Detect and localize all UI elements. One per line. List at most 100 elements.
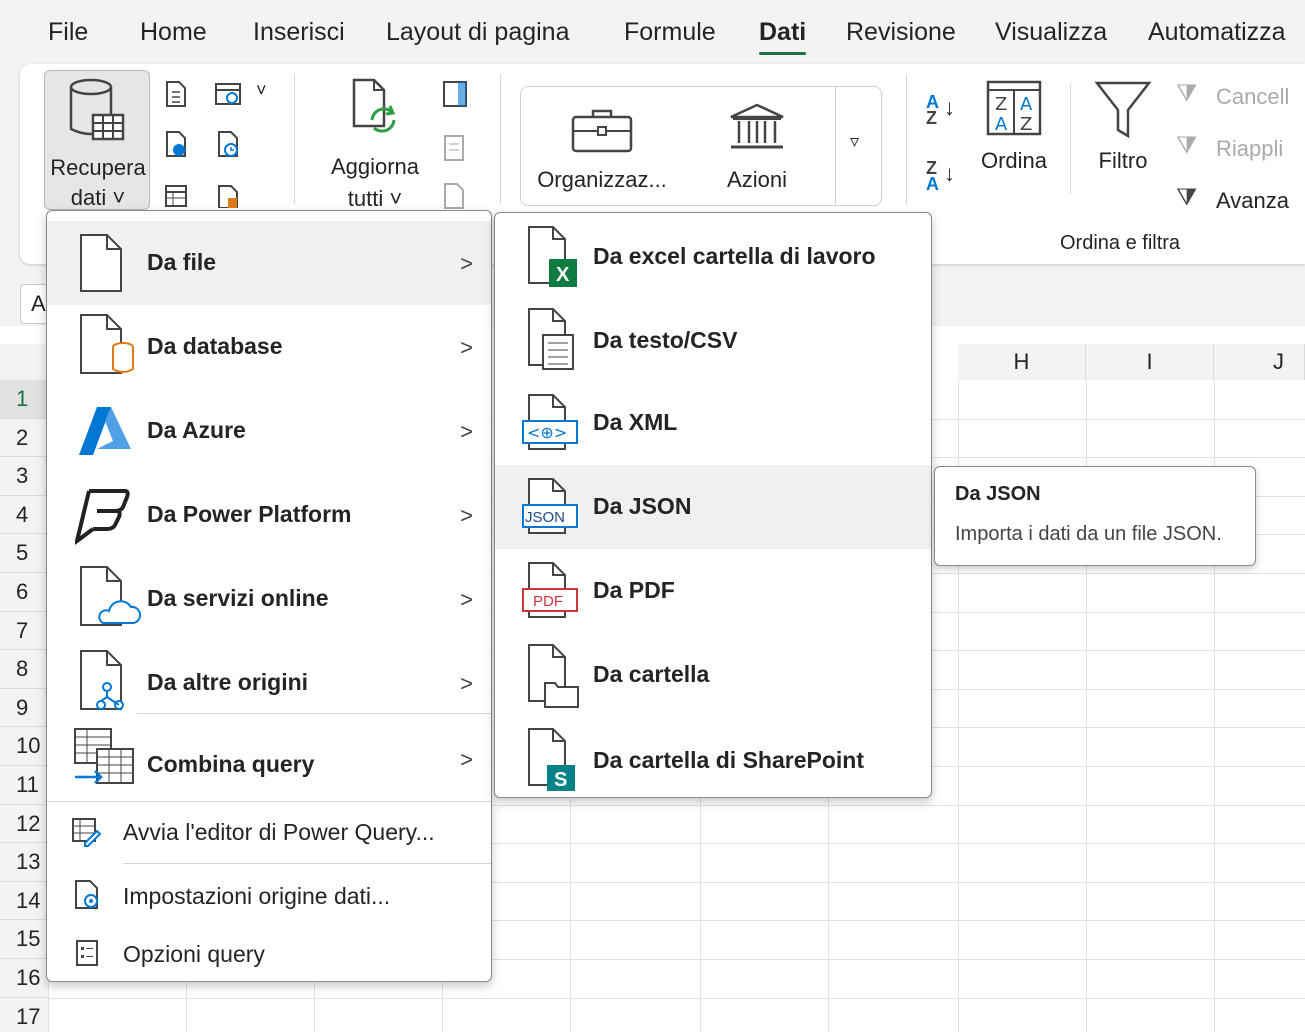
submenu-item-label: Da JSON <box>593 493 692 519</box>
filter-button[interactable]: Filtro <box>1086 80 1160 190</box>
existing-connections-icon[interactable] <box>216 184 240 208</box>
from-web-icon[interactable] <box>214 80 242 108</box>
chevron-right-icon: > <box>460 671 473 696</box>
properties-icon <box>444 135 464 161</box>
chevron-down-icon[interactable]: ˅ <box>256 80 267 101</box>
tab-formulas[interactable]: Formule <box>624 18 716 47</box>
tab-page-layout[interactable]: Layout di pagina <box>386 18 569 47</box>
menu-item-label: Da altre origini <box>147 669 309 695</box>
chevron-right-icon: > <box>460 747 473 772</box>
row-header[interactable]: 6 <box>0 573 48 612</box>
chevron-right-icon: > <box>460 335 473 360</box>
submenu-item-label: Da PDF <box>593 577 675 603</box>
menu-item-combine-queries[interactable]: Combina query > <box>47 717 491 801</box>
query-options-icon <box>76 940 98 966</box>
tab-home[interactable]: Home <box>140 18 207 47</box>
submenu-item-xml[interactable]: <⊕> Da XML <box>495 381 931 465</box>
menu-item-label: Da Azure <box>147 417 246 443</box>
column-header[interactable]: H <box>958 344 1086 380</box>
submenu-item-excel-workbook[interactable]: X Da excel cartella di lavoro <box>495 213 931 297</box>
tab-view[interactable]: Visualizza <box>995 18 1107 47</box>
menu-item-from-power-platform[interactable]: Da Power Platform > <box>47 473 491 557</box>
refresh-icon <box>352 78 396 133</box>
column-header[interactable]: J <box>1214 344 1305 380</box>
json-badge: JSON <box>525 509 565 526</box>
select-all-corner[interactable] <box>0 344 48 380</box>
chevron-right-icon: > <box>460 251 473 276</box>
from-text-icon[interactable] <box>164 80 188 108</box>
row-header[interactable]: 12 <box>0 804 48 844</box>
azure-icon <box>79 407 131 455</box>
clear-filter-label: Cancell <box>1216 84 1290 109</box>
row-header[interactable]: 9 <box>0 688 48 728</box>
from-table-icon[interactable] <box>164 184 188 208</box>
tab-review[interactable]: Revisione <box>846 18 956 47</box>
menu-separator <box>123 863 491 864</box>
tab-file[interactable]: File <box>48 18 88 47</box>
sort-az-button[interactable]: A Z ↓ <box>926 93 955 127</box>
row-header[interactable]: 5 <box>0 534 48 573</box>
gallery-more-button[interactable]: ▿ <box>835 87 881 205</box>
menu-item-query-options[interactable]: Opzioni query <box>47 927 491 979</box>
row-header[interactable]: 10 <box>0 727 48 766</box>
advanced-filter-button[interactable]: ⧩ Avanza <box>1176 184 1305 218</box>
recent-sources-icon[interactable] <box>216 130 240 158</box>
row-header[interactable]: 8 <box>0 650 48 689</box>
submenu-item-sharepoint-folder[interactable]: S Da cartella di SharePoint <box>495 717 931 799</box>
row-header[interactable]: 11 <box>0 766 48 805</box>
submenu-item-json[interactable]: JSON Da JSON <box>495 465 931 549</box>
menu-item-label: Da Power Platform <box>147 501 352 527</box>
combine-query-icon <box>74 728 134 784</box>
submenu-item-pdf[interactable]: PDF Da PDF <box>495 549 931 633</box>
refresh-all-button[interactable]: Aggiorna tutti ˅ <box>320 70 430 211</box>
row-header[interactable]: 2 <box>0 418 48 458</box>
get-data-button[interactable]: Recupera dati ˅ <box>44 70 150 210</box>
data-type-stocks[interactable]: Azioni <box>697 87 817 205</box>
sort-za-button[interactable]: Z A ↓ <box>926 159 955 193</box>
from-web-file-icon[interactable] <box>164 130 188 158</box>
pdf-badge: PDF <box>533 593 563 610</box>
submenu-item-label: Da testo/CSV <box>593 327 738 353</box>
sharepoint-folder-icon: S <box>528 728 575 791</box>
tab-insert[interactable]: Inserisci <box>253 18 345 47</box>
row-header[interactable]: 7 <box>0 611 48 651</box>
row-header[interactable]: 17 <box>0 997 48 1032</box>
row-header[interactable]: 1 <box>0 380 48 419</box>
advanced-filter-icon: ⧩ <box>1176 184 1198 211</box>
menu-separator <box>137 713 491 714</box>
menu-item-launch-power-query-editor[interactable]: Avvia l'editor di Power Query... <box>47 805 491 861</box>
submenu-item-label: Da cartella di SharePoint <box>593 747 864 773</box>
menu-item-from-azure[interactable]: Da Azure > <box>47 389 491 473</box>
grid-row-line <box>48 997 1305 999</box>
pdf-icon: PDF <box>522 562 578 618</box>
row-header[interactable]: 15 <box>0 920 48 959</box>
row-header[interactable]: 16 <box>0 959 48 998</box>
menu-item-from-file[interactable]: Da file > <box>47 221 491 305</box>
row-header[interactable]: 4 <box>0 495 48 535</box>
column-header[interactable]: I <box>1086 344 1214 380</box>
tab-automate[interactable]: Automatizza <box>1148 18 1286 47</box>
sort-button[interactable]: ZAAZ Ordina <box>976 80 1052 190</box>
svg-text:A: A <box>995 114 1008 135</box>
data-source-settings-icon <box>75 880 98 909</box>
menu-item-label: Da database <box>147 333 283 359</box>
get-data-label-1: Recupera <box>50 155 146 180</box>
folder-icon <box>528 644 579 708</box>
menu-item-data-source-settings[interactable]: Impostazioni origine dati... <box>47 867 491 923</box>
data-type-organization[interactable]: Organizzaz... <box>527 87 677 205</box>
other-sources-icon <box>80 650 124 710</box>
queries-connections-icon[interactable] <box>442 80 468 108</box>
ribbon-separator <box>500 74 501 204</box>
menu-item-from-online-services[interactable]: Da servizi online > <box>47 557 491 641</box>
row-header[interactable]: 13 <box>0 843 48 882</box>
sort-icon: ZAAZ <box>986 80 1042 136</box>
group-label-sort-filter: Ordina e filtra <box>1060 232 1181 254</box>
row-header[interactable]: 14 <box>0 881 48 921</box>
chevron-right-icon: > <box>460 587 473 612</box>
tab-data[interactable]: Dati <box>759 18 807 55</box>
menu-item-from-database[interactable]: Da database > <box>47 305 491 389</box>
row-header[interactable]: 3 <box>0 457 48 496</box>
submenu-item-text-csv[interactable]: Da testo/CSV <box>495 297 931 381</box>
submenu-item-folder[interactable]: Da cartella <box>495 633 931 717</box>
tooltip-description: Importa i dati da un file JSON. <box>955 523 1222 545</box>
